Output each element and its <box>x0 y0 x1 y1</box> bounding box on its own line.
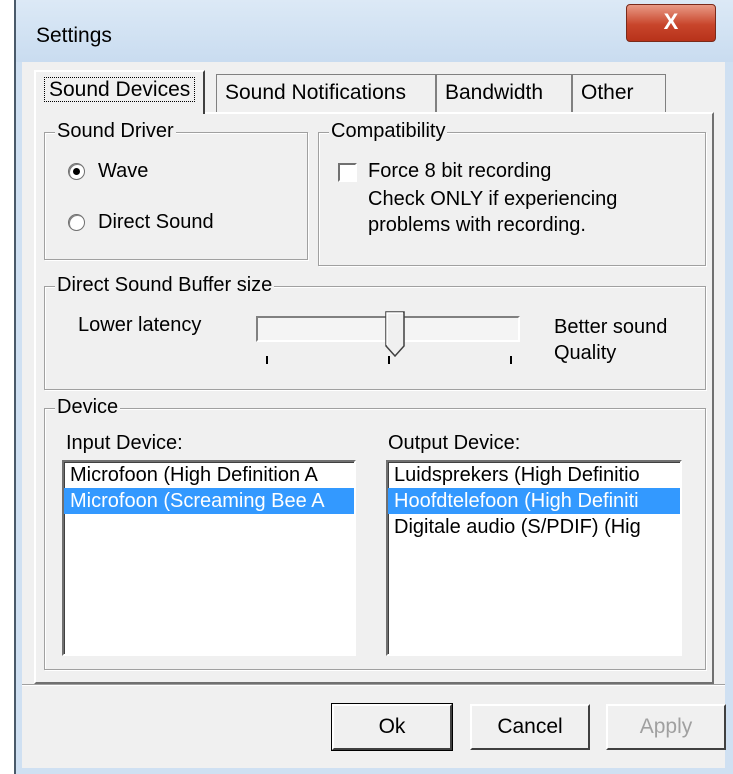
lower-latency-label: Lower latency <box>78 314 202 336</box>
list-item[interactable]: Microfoon (High Definition A <box>64 462 354 488</box>
close-button[interactable]: X <box>626 4 716 42</box>
radio-direct-sound-label[interactable]: Direct Sound <box>98 211 214 234</box>
quality-label: Quality <box>554 342 617 364</box>
compatibility-note-line2: problems with recording. <box>368 214 586 236</box>
input-device-label: Input Device: <box>66 432 183 454</box>
list-item[interactable]: Luidsprekers (High Definitio <box>388 462 680 488</box>
title-bar[interactable]: Settings X <box>16 0 733 62</box>
slider-tick <box>388 356 390 364</box>
sound-driver-group: Sound Driver <box>44 120 308 260</box>
force-8bit-label[interactable]: Force 8 bit recording <box>368 160 551 183</box>
list-item-selected[interactable]: Hoofdtelefoon (High Definiti <box>388 488 680 514</box>
cancel-button[interactable]: Cancel <box>470 704 590 750</box>
radio-direct-sound[interactable] <box>68 214 85 231</box>
tab-label: Sound Notifications <box>225 81 406 104</box>
device-legend: Device <box>55 396 121 419</box>
output-device-label: Output Device: <box>388 432 521 454</box>
tab-sound-devices[interactable]: Sound Devices <box>34 70 206 114</box>
input-device-list[interactable]: Microfoon (High Definition A Microfoon (… <box>62 460 356 656</box>
compatibility-legend: Compatibility <box>329 120 448 143</box>
buffer-slider-thumb[interactable] <box>384 310 408 360</box>
tab-bandwidth[interactable]: Bandwidth <box>436 74 572 112</box>
slider-tick <box>266 356 268 364</box>
dialog-client-area: Sound Devices Sound Notifications Bandwi… <box>22 62 726 768</box>
tab-other[interactable]: Other <box>572 74 666 112</box>
desktop-background <box>0 0 14 774</box>
tab-label: Bandwidth <box>445 81 544 104</box>
slider-tick <box>510 356 512 364</box>
sound-driver-legend: Sound Driver <box>55 120 176 143</box>
radio-wave[interactable] <box>68 163 85 180</box>
close-icon: X <box>663 9 679 34</box>
compatibility-note-line1: Check ONLY if experiencing <box>368 188 618 210</box>
tab-label: Other <box>581 81 634 104</box>
settings-dialog: Settings X Sound Devices Sound Notificat… <box>14 0 733 774</box>
force-8bit-checkbox[interactable] <box>338 163 357 182</box>
radio-wave-label[interactable]: Wave <box>98 160 148 183</box>
list-item-selected[interactable]: Microfoon (Screaming Bee A <box>64 488 354 514</box>
apply-button[interactable]: Apply <box>606 704 726 750</box>
ok-button[interactable]: Ok <box>332 704 452 750</box>
output-device-list[interactable]: Luidsprekers (High Definitio Hoofdtelefo… <box>386 460 682 656</box>
radio-selected-dot-icon <box>73 168 80 175</box>
list-item[interactable]: Digitale audio (S/PDIF) (Hig <box>388 514 680 540</box>
tab-sound-notifications[interactable]: Sound Notifications <box>216 74 436 112</box>
window-title: Settings <box>36 24 112 47</box>
buffer-size-legend: Direct Sound Buffer size <box>55 274 275 297</box>
tab-label: Sound Devices <box>44 77 196 102</box>
better-sound-label: Better sound <box>554 316 668 338</box>
footer-divider <box>22 684 725 686</box>
